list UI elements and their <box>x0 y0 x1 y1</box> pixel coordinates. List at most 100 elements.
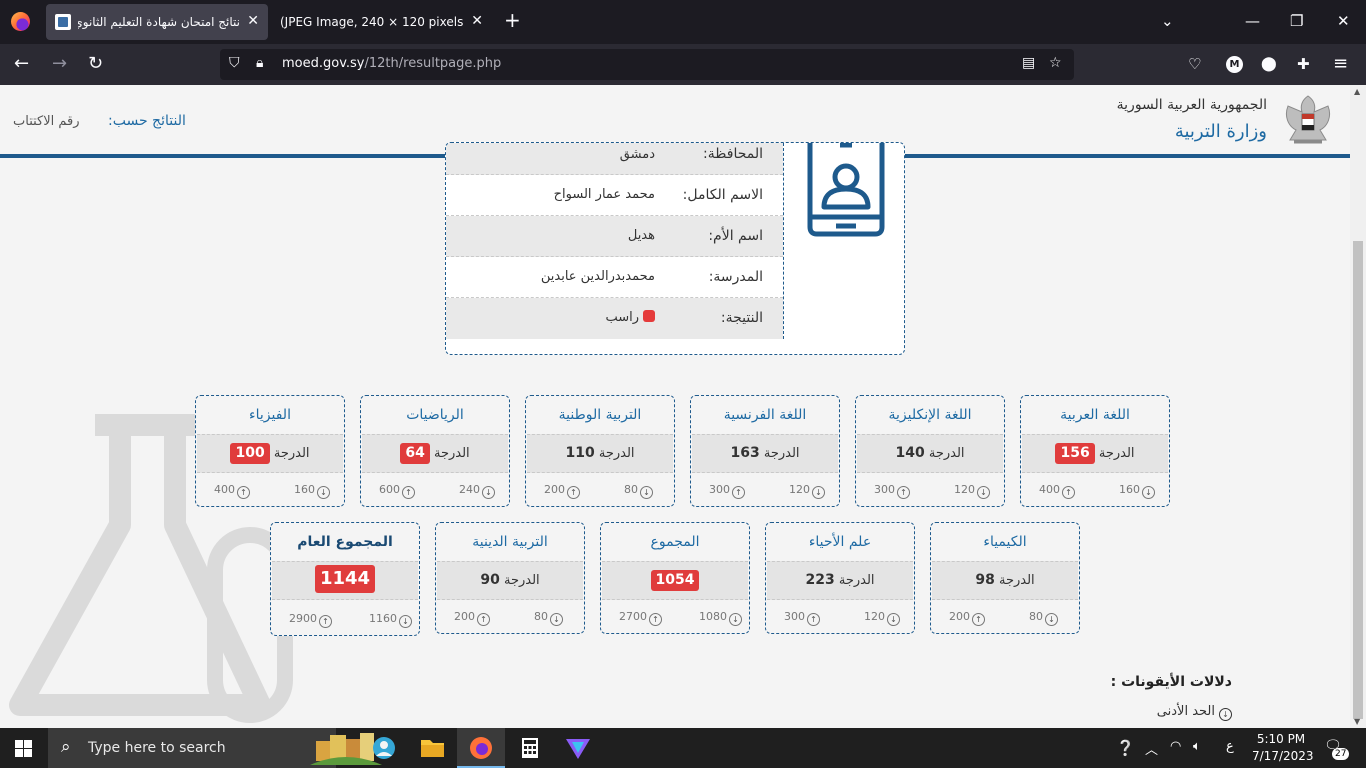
address-bar[interactable]: ⛉ 🔒︎ moed.gov.sy/12th/resultpage.php ▤ ☆ <box>220 49 1074 80</box>
scroll-thumb[interactable] <box>1353 241 1363 719</box>
clock-time: 5:10 PM <box>1256 732 1306 746</box>
close-window-icon[interactable]: ✕ <box>1337 12 1350 30</box>
min-grade: 1080 ↓ <box>699 610 742 626</box>
help-icon[interactable]: ❔ <box>1116 739 1135 757</box>
taskbar-app-calculator-icon[interactable] <box>506 728 554 768</box>
scroll-up-arrow-icon[interactable]: ▲ <box>1354 87 1360 96</box>
min-value: 80 <box>1029 610 1043 623</box>
network-icon[interactable]: ◠ <box>1170 739 1181 754</box>
min-value: 120 <box>789 483 810 496</box>
lock-icon[interactable]: 🔒︎ <box>256 55 263 71</box>
failed-grade-badge: 64 <box>400 443 430 464</box>
show-hidden-icons-chevron-icon[interactable]: ︿ <box>1145 739 1158 758</box>
subject-name: الكيمياء <box>983 534 1027 550</box>
result-value: راسب <box>605 310 655 325</box>
bookmark-star-icon[interactable]: ☆ <box>1049 55 1062 71</box>
arrow-down-circle-icon: ↓ <box>812 486 825 499</box>
subject-grade: الدرجة 98 <box>932 561 1078 600</box>
shield-icon[interactable]: ⛉ <box>229 55 240 71</box>
arrow-down-circle-icon: ↓ <box>977 486 990 499</box>
max-grade: 200 ↑ <box>949 610 985 626</box>
input-language[interactable]: ع <box>1226 739 1234 754</box>
browser-navbar: ← → ↻ ⛉ 🔒︎ moed.gov.sy/12th/resultpage.p… <box>0 44 1366 85</box>
grade-value: 98 <box>975 572 995 588</box>
arrow-down-circle-icon: ↓ <box>1045 613 1058 626</box>
fail-status-icon <box>643 310 655 322</box>
reader-view-icon[interactable]: ▤ <box>1022 55 1035 71</box>
pocket-icon[interactable]: ♡ <box>1188 53 1201 75</box>
windows-taskbar: ⌕ Type here to search ❔ ︿ ◠ 🔈︎ ع 5:10 PM… <box>0 728 1366 768</box>
arrow-up-circle-icon: ↑ <box>807 613 820 626</box>
page-content: الجمهورية العربية السورية وزارة التربية … <box>0 85 1350 728</box>
republic-name: الجمهورية العربية السورية <box>1116 97 1267 113</box>
tab-jpeg-image[interactable]: (JPEG Image, 240 × 120 pixels) ✕ <box>270 4 492 40</box>
subject-name: اللغة الفرنسية <box>723 407 807 423</box>
subject-grade: 1054 <box>602 561 748 600</box>
min-grade: 120 ↓ <box>789 483 825 499</box>
max-value: 200 <box>544 483 565 496</box>
governorate-value: دمشق <box>619 147 655 162</box>
arrow-down-circle-icon: ↓ <box>1219 708 1232 721</box>
close-tab-icon[interactable]: ✕ <box>247 13 259 29</box>
max-value: 2900 <box>289 612 317 625</box>
minimize-window-icon[interactable]: — <box>1245 12 1260 30</box>
taskbar-app-vpn-icon[interactable] <box>554 728 602 768</box>
list-all-tabs-chevron-icon[interactable]: ⌄ <box>1161 12 1174 30</box>
taskbar-app-firefox-icon[interactable] <box>457 728 505 768</box>
arrow-up-circle-icon: ↑ <box>567 486 580 499</box>
grade-word: الدرجة <box>598 446 635 461</box>
subject-name: الرياضيات <box>406 407 464 423</box>
page-scrollbar[interactable]: ▲ ▼ <box>1350 85 1366 728</box>
taskbar-search-box[interactable]: ⌕ Type here to search <box>48 728 382 768</box>
url-text[interactable]: moed.gov.sy/12th/resultpage.php <box>282 56 501 71</box>
forward-arrow-icon[interactable]: → <box>52 53 67 75</box>
max-grade: 2700 ↑ <box>619 610 662 626</box>
fullname-value: محمد عمار السواح <box>553 187 655 202</box>
legend-min-item: ↓ الحد الأدنى <box>1157 704 1232 721</box>
reload-icon[interactable]: ↻ <box>88 53 103 75</box>
ministry-name[interactable]: وزارة التربية <box>1175 121 1267 142</box>
subject-card-english: اللغة الإنكليزية الدرجة 140 120 ↓ 300 ↑ <box>855 395 1005 507</box>
subject-grade: الدرجة 90 <box>437 561 583 600</box>
taskbar-app-file-explorer-icon[interactable] <box>408 728 456 768</box>
subject-card-arabic: اللغة العربية الدرجة 156 160 ↓ 400 ↑ <box>1020 395 1170 507</box>
arrow-up-circle-icon: ↑ <box>972 613 985 626</box>
extension-icon[interactable]: ⬤ <box>1261 53 1277 75</box>
arrow-up-circle-icon: ↑ <box>237 486 250 499</box>
results-by-value: رقم الاكتتاب <box>13 114 80 129</box>
min-value: 80 <box>624 483 638 496</box>
account-avatar[interactable]: M <box>1226 56 1243 73</box>
max-grade: 400 ↑ <box>1039 483 1075 499</box>
school-row: المدرسة: محمدبدرالدين عابدين <box>446 257 783 298</box>
extensions-puzzle-icon[interactable]: ✚ <box>1297 53 1310 75</box>
restore-window-icon[interactable]: ❐ <box>1290 12 1303 30</box>
arrow-up-circle-icon: ↑ <box>402 486 415 499</box>
scroll-down-arrow-icon[interactable]: ▼ <box>1354 717 1360 726</box>
arrow-down-circle-icon: ↓ <box>399 615 412 628</box>
arrow-up-circle-icon: ↑ <box>649 613 662 626</box>
min-grade: 80 ↓ <box>1029 610 1058 626</box>
subject-name: المجموع العام <box>297 534 393 550</box>
tab-results[interactable]: نتائج امتحان شهادة التعليم الثانوي ✕ <box>46 4 268 40</box>
max-grade: 2900 ↑ <box>289 612 332 628</box>
min-grade: 120 ↓ <box>864 610 900 626</box>
subject-card-mathematics: الرياضيات الدرجة 64 240 ↓ 600 ↑ <box>360 395 510 507</box>
subject-grade: الدرجة 156 <box>1022 434 1168 473</box>
taskbar-clock[interactable]: 5:10 PM 7/17/2023 <box>1252 731 1314 765</box>
close-tab-icon[interactable]: ✕ <box>471 13 483 29</box>
subject-grade: 1144 <box>272 561 418 600</box>
result-row: النتيجة: راسب <box>446 298 783 339</box>
max-value: 300 <box>709 483 730 496</box>
new-tab-plus-icon[interactable]: + <box>504 10 521 30</box>
results-by-label: النتائج حسب: <box>108 113 186 129</box>
legend-min-label: الحد الأدنى <box>1156 704 1215 719</box>
volume-icon[interactable]: 🔈︎ <box>1193 739 1201 754</box>
back-arrow-icon[interactable]: ← <box>14 53 29 75</box>
windows-start-icon[interactable] <box>15 740 32 757</box>
fullname-row: الاسم الكامل: محمد عمار السواح <box>446 175 783 216</box>
governorate-label: المحافظة: <box>703 146 763 162</box>
subject-grade: الدرجة 140 <box>857 434 1003 473</box>
taskbar-app-photos-icon[interactable] <box>360 728 408 768</box>
firefox-menu-icon[interactable] <box>11 12 30 31</box>
hamburger-menu-icon[interactable]: ≡ <box>1333 53 1348 75</box>
